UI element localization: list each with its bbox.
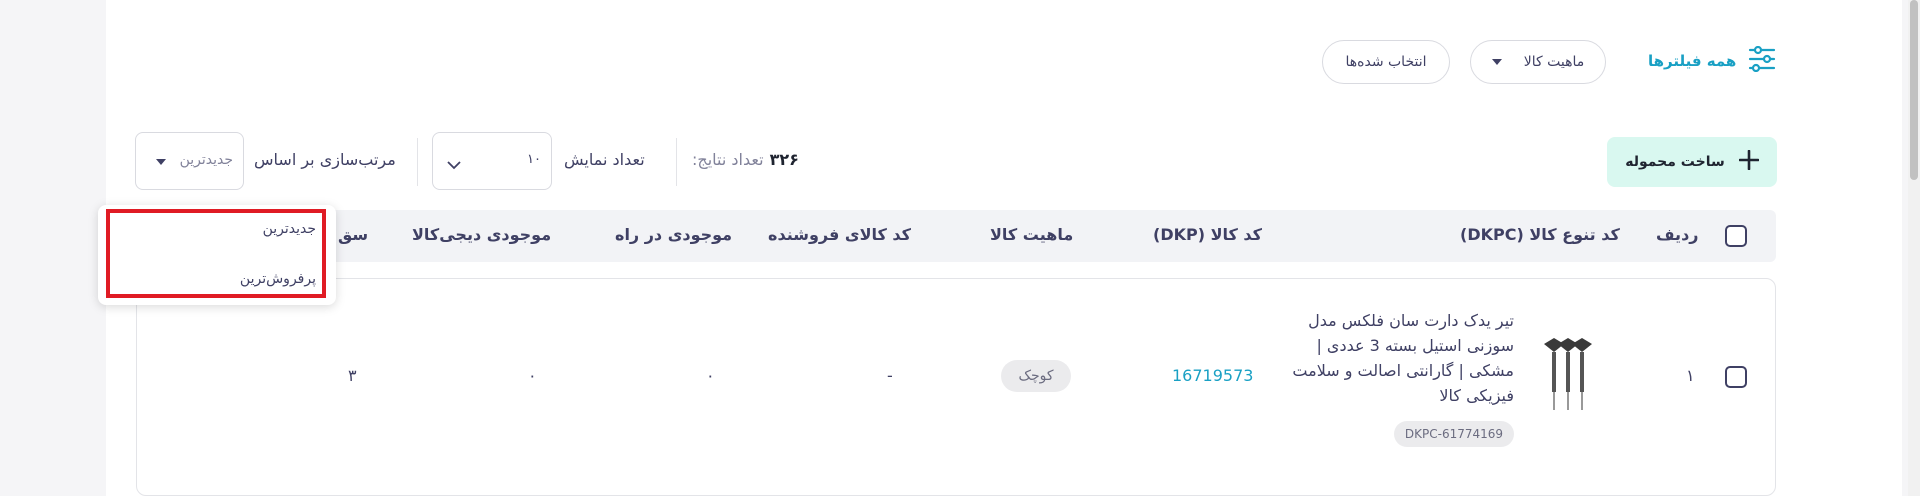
product-thumbnail[interactable] [1540, 338, 1596, 414]
row-checkbox[interactable] [1725, 366, 1747, 388]
selected-filters-label: انتخاب شده‌ها [1345, 54, 1427, 70]
dkp-link[interactable]: 16719573 [1172, 366, 1253, 385]
create-shipment-label: ساخت محموله [1625, 154, 1725, 170]
results-count-label: تعداد نتایج: [692, 150, 764, 169]
header-seller-code: کد کالای فروشنده [768, 225, 911, 244]
plus-icon [1738, 149, 1760, 174]
seller-code-value: - [887, 366, 893, 385]
results-count: ۳۲۶ تعداد نتایج: [692, 150, 799, 169]
header-row-number: ردیف [1656, 225, 1699, 244]
nature-filter-label: ماهیت کالا [1523, 54, 1585, 70]
selected-filters-button[interactable]: انتخاب شده‌ها [1322, 40, 1450, 84]
header-dkp: کد کالا (DKP) [1153, 225, 1262, 244]
sort-select-value: جدیدترین [179, 152, 233, 168]
scrollbar-thumb[interactable] [1910, 0, 1918, 180]
toolbar-divider [676, 138, 677, 186]
header-dkpc: کد تنوع کالا (DKPC) [1460, 225, 1620, 244]
dkpc-badge: DKPC-61774169 [1394, 421, 1514, 447]
header-in-transit: موجودی در راه [615, 225, 733, 244]
sort-select[interactable]: جدیدترین [135, 132, 244, 190]
header-digikala-stock: موجودی دیجی‌کالا [412, 225, 552, 244]
row-number: ۱ [1686, 366, 1695, 385]
header-nature: ماهیت کالا [990, 225, 1074, 244]
caret-down-icon [1491, 59, 1502, 65]
sort-label: مرتب‌سازی بر اساس [254, 150, 396, 169]
truncated-value: ۳ [348, 366, 357, 385]
toolbar-divider-2 [417, 138, 418, 186]
nature-filter-dropdown[interactable]: ماهیت کالا [1470, 40, 1606, 84]
all-filters-label: همه فیلترها [1648, 52, 1737, 70]
select-all-checkbox[interactable] [1725, 225, 1747, 247]
table-row [136, 278, 1776, 496]
create-shipment-button[interactable]: ساخت محموله [1607, 137, 1777, 187]
nature-badge: کوچک [1001, 360, 1071, 392]
header-truncated: سق [338, 225, 369, 244]
caret-down-icon [156, 159, 166, 165]
display-count-value: ۱۰ [527, 152, 541, 167]
filter-sliders-icon [1748, 45, 1776, 76]
product-title[interactable]: تیر یدک دارت سان فلکس مدل سوزنی استیل بس… [1278, 308, 1514, 408]
display-count-label: تعداد نمایش [564, 150, 645, 169]
in-transit-value: ۰ [706, 366, 715, 385]
chevron-down-icon [447, 155, 461, 174]
display-count-select[interactable]: ۱۰ [432, 132, 552, 190]
highlight-box [106, 209, 326, 298]
all-filters-button[interactable]: همه فیلترها [1648, 45, 1776, 76]
results-count-value: ۳۲۶ [769, 150, 799, 169]
digikala-stock-value: ۰ [528, 366, 537, 385]
